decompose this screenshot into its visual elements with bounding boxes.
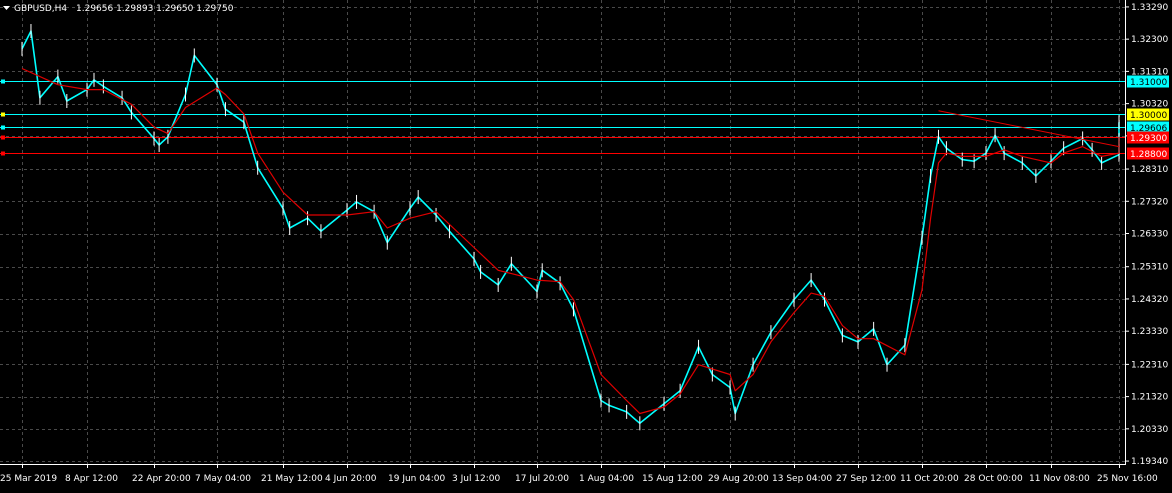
x-tick-label: 27 Sep 12:00: [836, 474, 896, 484]
x-tick-label: 17 Jul 20:00: [515, 474, 569, 484]
y-tick-label: 1.24320: [1131, 295, 1168, 305]
chart-header: GBPUSD,H4 1.29656 1.29893 1.29650 1.2975…: [3, 4, 234, 14]
x-tick-label: 22 Apr 20:00: [132, 474, 191, 484]
symbol-label: GBPUSD,H4: [14, 4, 67, 14]
y-tick-label: 1.27320: [1131, 197, 1168, 207]
y-tick-label: 1.20330: [1131, 425, 1168, 435]
x-tick-label: 25 Mar 2019: [0, 474, 57, 484]
level-price-label: 1.31000: [1130, 78, 1167, 88]
y-tick-label: 1.28310: [1131, 165, 1168, 175]
x-tick-label: 15 Aug 12:00: [642, 474, 703, 484]
level-handle[interactable]: [1, 125, 5, 130]
x-tick-label: 21 May 12:00: [261, 474, 323, 484]
x-tick-label: 4 Jun 20:00: [325, 474, 377, 484]
x-tick-label: 28 Oct 00:00: [964, 474, 1023, 484]
level-price-label: 1.29300: [1130, 134, 1167, 144]
ohlc-values: 1.29656 1.29893 1.29650 1.29750: [76, 4, 234, 14]
x-tick-label: 7 May 04:00: [195, 474, 251, 484]
level-handle[interactable]: [1, 112, 5, 117]
level-price-label: 1.30000: [1130, 111, 1167, 121]
y-tick-label: 1.30320: [1131, 100, 1168, 110]
x-tick-label: 3 Jul 12:00: [452, 474, 501, 484]
y-tick-label: 1.33290: [1131, 3, 1168, 13]
x-tick-label: 11 Nov 08:00: [1029, 474, 1090, 484]
y-tick-label: 1.19340: [1131, 457, 1168, 467]
x-tick-label: 1 Aug 04:00: [579, 474, 634, 484]
y-tick-labels: 1.332901.323001.313101.303201.293301.283…: [1125, 3, 1168, 467]
level-price-label: 1.28800: [1130, 150, 1167, 160]
x-tick-label: 8 Apr 12:00: [65, 474, 118, 484]
y-tick-label: 1.22310: [1131, 360, 1168, 370]
chart-svg[interactable]: 1.332901.323001.313101.303201.293301.283…: [0, 0, 1172, 488]
price-chart[interactable]: 1.332901.323001.313101.303201.293301.283…: [0, 0, 1172, 488]
chart-background: [0, 0, 1172, 488]
y-tick-label: 1.32300: [1131, 35, 1168, 45]
y-tick-label: 1.23330: [1131, 327, 1168, 337]
level-handle[interactable]: [1, 135, 5, 140]
y-tick-label: 1.26330: [1131, 230, 1168, 240]
x-tick-label: 11 Oct 20:00: [900, 474, 959, 484]
x-tick-label: 29 Aug 20:00: [708, 474, 769, 484]
y-tick-label: 1.25310: [1131, 263, 1168, 273]
y-tick-label: 1.21320: [1131, 393, 1168, 403]
x-tick-label: 25 Nov 16:00: [1097, 474, 1158, 484]
level-handle[interactable]: [1, 79, 5, 84]
level-handle[interactable]: [1, 151, 5, 156]
x-tick-label: 13 Sep 04:00: [772, 474, 832, 484]
x-tick-label: 19 Jun 04:00: [388, 474, 445, 484]
